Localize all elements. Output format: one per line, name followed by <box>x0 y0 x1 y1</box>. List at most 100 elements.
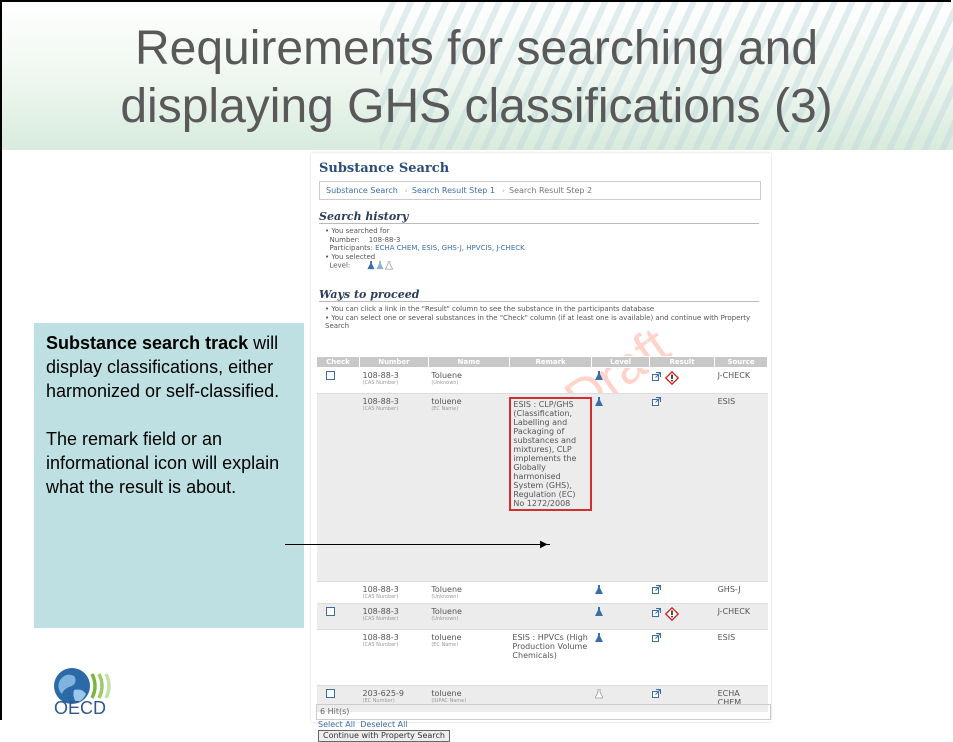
selected-text: You selected <box>331 252 376 261</box>
col-name: Name <box>427 356 510 368</box>
row-remark <box>509 367 592 394</box>
callout-arrow <box>285 544 550 545</box>
table-row: 108-88-3 (CAS Number) Toluene (Unknown) J-… <box>316 603 768 630</box>
deselect-all-link[interactable]: Deselect All <box>360 720 407 729</box>
external-link-icon[interactable] <box>652 607 662 617</box>
search-history-heading: Search history <box>319 210 759 224</box>
callout-text-2: The remark field or an informational ico… <box>46 429 280 497</box>
row-name-type: (Unknown) <box>431 380 459 386</box>
row-number: 108-88-3 <box>362 607 399 616</box>
table-row: 108-88-3 (CAS Number) toluene (EC Name) ES… <box>316 393 768 582</box>
search-history: • You searched for Number: 108-88-3 Part… <box>325 227 525 270</box>
row-source: ESIS <box>714 393 768 582</box>
breadcrumb: Substance Search Search Result Step 1 Se… <box>319 181 761 200</box>
row-name-type: (EC Name) <box>431 406 459 412</box>
external-link-icon[interactable] <box>652 689 662 698</box>
row-remark <box>509 603 592 630</box>
breadcrumb-item-result-step-2: Search Result Step 2 <box>509 186 593 195</box>
col-remark: Remark <box>508 356 593 368</box>
row-number-type: (CAS Number) <box>362 616 399 622</box>
level-flask-medium-icon <box>376 261 384 270</box>
results-table: Check Number Name Remark Level Result So… <box>316 356 768 712</box>
col-check: Check <box>316 356 360 368</box>
hit-count: 6 Hit(s) <box>316 704 771 720</box>
ways-to-proceed-heading: Ways to proceed <box>319 288 759 302</box>
col-level: Level <box>591 356 650 368</box>
level-flask-low-icon <box>384 261 393 270</box>
external-link-icon[interactable] <box>652 371 662 381</box>
external-link-icon[interactable] <box>652 585 662 594</box>
row-source: ESIS <box>714 629 768 686</box>
level-flask-icon <box>594 397 603 406</box>
number-label: Number: <box>329 235 360 244</box>
row-source: J-CHECK <box>714 367 768 394</box>
row-name: toluene <box>431 397 462 406</box>
level-flask-icon <box>594 689 603 699</box>
ways-to-proceed-list: • You can click a link in the "Result" c… <box>325 305 751 331</box>
col-result: Result <box>648 356 716 368</box>
searched-for-text: You searched for <box>331 227 390 235</box>
col-source: Source <box>714 356 768 368</box>
callout-paragraph-1: Substance search track will display clas… <box>46 331 292 403</box>
title-line-2: displaying GHS classifications (3) <box>120 80 833 133</box>
row-checkbox[interactable] <box>325 689 335 698</box>
level-flask-icon <box>594 371 603 380</box>
remark-highlight-box: ESIS : CLP/GHS (Classification, Labellin… <box>509 397 592 511</box>
external-link-icon[interactable] <box>652 633 662 642</box>
table-row: 108-88-3 (CAS Number) toluene (EC Name) ES… <box>316 629 768 686</box>
row-number-type: (CAS Number) <box>362 642 399 648</box>
page-title: Substance Search <box>319 161 450 176</box>
col-number: Number <box>359 356 429 368</box>
row-remark: ESIS : CLP/GHS (Classification, Labellin… <box>513 400 577 508</box>
participants-label: Participants: <box>329 244 373 252</box>
select-all-link[interactable]: Select All <box>318 720 355 729</box>
row-name-type: (EC Name) <box>431 642 459 648</box>
table-row: 108-88-3 (CAS Number) Toluene (Unknown) GH… <box>316 581 768 604</box>
row-remark <box>509 581 592 604</box>
level-flask-high-icon <box>367 261 375 270</box>
row-name: Toluene <box>431 371 462 380</box>
row-source: GHS-J <box>714 581 768 604</box>
row-name: Toluene <box>431 607 462 616</box>
ghs-exclamation-icon[interactable] <box>665 607 680 621</box>
row-number-type: (CAS Number) <box>362 594 399 600</box>
row-checkbox[interactable] <box>325 607 335 616</box>
number-value: 108-88-3 <box>368 235 401 244</box>
breadcrumb-item-substance-search[interactable]: Substance Search <box>320 186 408 195</box>
level-flask-icon <box>594 585 603 594</box>
ways-item-2: You can select one or several substances… <box>325 313 751 331</box>
level-flask-icon <box>594 607 603 616</box>
row-remark: ESIS : HPVCs (High Production Volume Che… <box>509 629 592 686</box>
ways-item-1: You can click a link in the "Result" col… <box>331 305 655 313</box>
row-number: 108-88-3 <box>362 371 399 380</box>
continue-property-search-button[interactable]: Continue with Property Search <box>318 730 450 742</box>
row-number: 108-88-3 <box>362 585 399 594</box>
title-line-1: Requirements for searching and <box>134 22 819 75</box>
row-name-type: (Unknown) <box>431 616 459 622</box>
explanation-callout: Substance search track will display clas… <box>34 323 304 628</box>
row-name: toluene <box>431 689 462 698</box>
arrow-head-icon: ▶ <box>540 539 548 550</box>
row-number-type: (CAS Number) <box>362 406 399 412</box>
table-header-row: Check Number Name Remark Level Result So… <box>316 356 768 368</box>
row-name: toluene <box>431 633 462 642</box>
row-source: J-CHECK <box>714 603 768 630</box>
row-number: 203-625-9 <box>362 689 404 698</box>
row-name: Toluene <box>431 585 462 594</box>
breadcrumb-item-result-step-1[interactable]: Search Result Step 1 <box>406 186 505 195</box>
callout-bold: Substance search track <box>46 333 249 353</box>
row-checkbox[interactable] <box>325 371 335 380</box>
row-number: 108-88-3 <box>362 633 399 642</box>
substance-search-screenshot: Substance Search Substance Search Search… <box>311 153 771 742</box>
participants-value: ECHA CHEM, ESIS, GHS-J, HPVCIS, J-CHECK <box>375 244 525 252</box>
selection-links: Select All Deselect All <box>318 720 408 729</box>
slide-title: Requirements for searching and displayin… <box>0 20 953 136</box>
external-link-icon[interactable] <box>652 397 662 406</box>
row-name-type: (Unknown) <box>431 594 459 600</box>
row-number-type: (CAS Number) <box>362 380 399 386</box>
row-number: 108-88-3 <box>362 397 399 406</box>
ghs-exclamation-icon[interactable] <box>665 371 680 385</box>
level-flask-icon <box>594 633 603 642</box>
level-label: Level: <box>329 261 351 270</box>
oecd-logo-text: OECD <box>54 698 107 718</box>
